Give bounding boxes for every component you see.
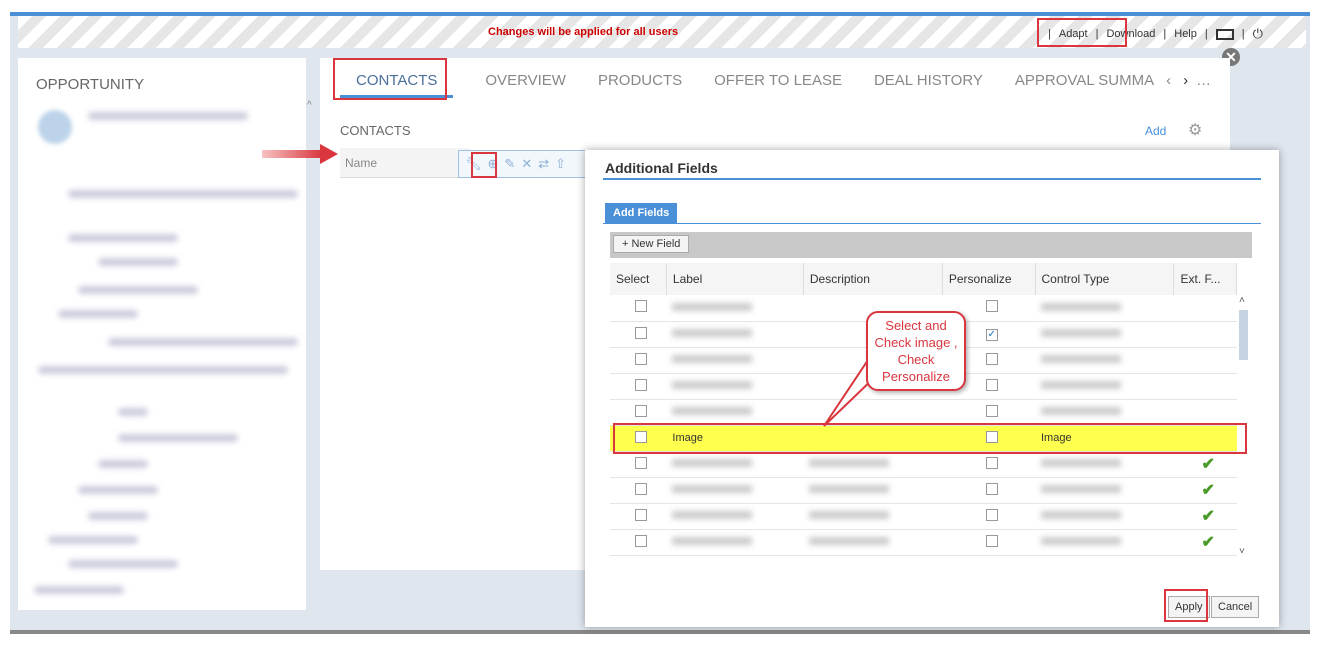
blurred-label <box>672 537 753 545</box>
select-checkbox[interactable] <box>635 326 648 339</box>
more-icon[interactable]: … <box>1196 72 1211 98</box>
column-header[interactable]: Label <box>666 263 804 295</box>
avatar <box>38 110 72 144</box>
tab-add-fields[interactable]: Add Fields <box>605 203 678 223</box>
select-checkbox[interactable] <box>635 482 648 495</box>
tab-offer-to-lease[interactable]: OFFER TO LEASE <box>714 72 842 98</box>
check-icon: ✔ <box>1201 508 1215 525</box>
select-checkbox[interactable] <box>635 378 648 391</box>
blurred-control-type <box>1041 511 1121 519</box>
table-toolbar: + New Field <box>610 232 1252 258</box>
personalize-checkbox[interactable] <box>985 404 998 417</box>
blurred-label <box>672 381 753 389</box>
blurred-description <box>809 459 890 467</box>
tab-approval-summary[interactable]: APPROVAL SUMMA <box>1015 72 1154 98</box>
dialog-title: Additional Fields <box>605 160 718 176</box>
scroll-thumb[interactable] <box>1239 310 1248 360</box>
blurred-control-type <box>1041 329 1121 337</box>
annotation-box-apply <box>1164 589 1208 622</box>
gear-icon[interactable]: ⚙ <box>1188 120 1202 140</box>
help-link[interactable]: Help <box>1174 28 1197 40</box>
annotation-callout: Select and Check image , Check Personali… <box>866 311 966 391</box>
blurred-label <box>672 302 753 311</box>
column-header[interactable]: Control Type <box>1035 263 1175 295</box>
annotation-box-adapt <box>1037 18 1127 47</box>
select-checkbox[interactable] <box>635 404 648 417</box>
name-column-header: Name <box>340 148 470 178</box>
annotation-arrow <box>262 150 322 158</box>
personalize-checkbox[interactable] <box>985 352 998 365</box>
personalize-checkbox[interactable] <box>985 534 998 547</box>
blurred-control-type <box>1041 537 1121 545</box>
blurred-label <box>672 407 753 415</box>
blurred-description <box>809 485 890 493</box>
annotation-arrow-head <box>320 144 338 164</box>
select-checkbox[interactable] <box>635 456 648 469</box>
tab-products[interactable]: PRODUCTS <box>598 72 682 98</box>
fields-table: Select Label Description Personalize Control… <box>610 263 1237 556</box>
blurred-control-type <box>1041 459 1121 467</box>
new-field-button[interactable]: + New Field <box>613 235 690 253</box>
power-icon[interactable]: ⏻ <box>1253 26 1263 42</box>
personalize-checkbox[interactable] <box>985 456 998 469</box>
table-row[interactable]: ✔ <box>610 451 1237 478</box>
delete-icon[interactable]: ✕ <box>521 156 532 172</box>
personalize-checkbox[interactable] <box>985 300 998 313</box>
personalize-checkbox[interactable] <box>985 378 998 391</box>
opportunity-panel: OPPORTUNITY <box>18 58 306 610</box>
move-icon[interactable]: ⇄ <box>538 156 549 172</box>
column-header[interactable]: Description <box>803 263 943 295</box>
notice-text: Changes will be applied for all users <box>488 26 679 38</box>
select-checkbox[interactable] <box>635 534 648 547</box>
personalize-checkbox[interactable] <box>985 508 998 521</box>
blurred-label <box>672 485 753 493</box>
blurred-control-type <box>1041 355 1121 363</box>
table-row[interactable] <box>610 399 1237 426</box>
tab-next-icon[interactable]: › <box>1183 72 1188 98</box>
up-icon[interactable]: ⇧ <box>555 156 566 172</box>
blurred-description <box>809 511 890 519</box>
blurred-label <box>672 511 753 519</box>
tab-bar: CONTACTS OVERVIEW PRODUCTS OFFER TO LEAS… <box>340 72 1211 98</box>
annotation-box-add-icon <box>471 152 497 178</box>
column-header[interactable]: Select <box>610 263 667 295</box>
column-header[interactable]: Ext. F... <box>1173 263 1237 295</box>
tab-overview[interactable]: OVERVIEW <box>485 72 566 98</box>
blurred-label <box>672 355 753 363</box>
table-row[interactable]: ✔ <box>610 477 1237 504</box>
cancel-button[interactable]: Cancel <box>1211 596 1260 618</box>
blurred-description <box>809 537 890 545</box>
tab-deal-history[interactable]: DEAL HISTORY <box>874 72 983 98</box>
personalize-checkbox[interactable] <box>985 482 998 495</box>
table-row[interactable]: ✔ <box>610 529 1237 556</box>
blurred-control-type <box>1041 407 1121 415</box>
select-checkbox[interactable] <box>635 508 648 521</box>
window-icon[interactable] <box>1215 28 1234 40</box>
blurred-control-type <box>1041 485 1121 493</box>
section-title: CONTACTS <box>340 123 411 138</box>
panel-title: OPPORTUNITY <box>36 76 145 93</box>
tab-prev-icon[interactable]: ‹ <box>1166 72 1171 98</box>
left-scrollbar[interactable]: ^ <box>307 100 315 560</box>
annotation-box-contacts <box>333 58 447 100</box>
table-row[interactable]: ✔ <box>610 503 1237 530</box>
blurred-control-type <box>1041 302 1121 311</box>
check-icon: ✔ <box>1201 534 1215 551</box>
check-icon: ✔ <box>1201 456 1215 473</box>
select-checkbox[interactable] <box>635 352 648 365</box>
annotation-box-image-row <box>613 423 1247 454</box>
edit-icon[interactable]: ✎ <box>504 156 515 172</box>
check-icon: ✔ <box>1201 482 1215 499</box>
scroll-down-icon[interactable]: ˅ <box>1239 546 1245 557</box>
column-header[interactable]: Personalize <box>942 263 1036 295</box>
personalize-checkbox[interactable]: ✓ <box>985 328 998 341</box>
blurred-label <box>672 459 753 467</box>
scroll-up-icon[interactable]: ˄ <box>1239 295 1251 306</box>
blurred-label <box>672 329 753 337</box>
blurred-control-type <box>1041 381 1121 389</box>
select-checkbox[interactable] <box>635 300 648 313</box>
add-link[interactable]: Add <box>1145 124 1166 138</box>
